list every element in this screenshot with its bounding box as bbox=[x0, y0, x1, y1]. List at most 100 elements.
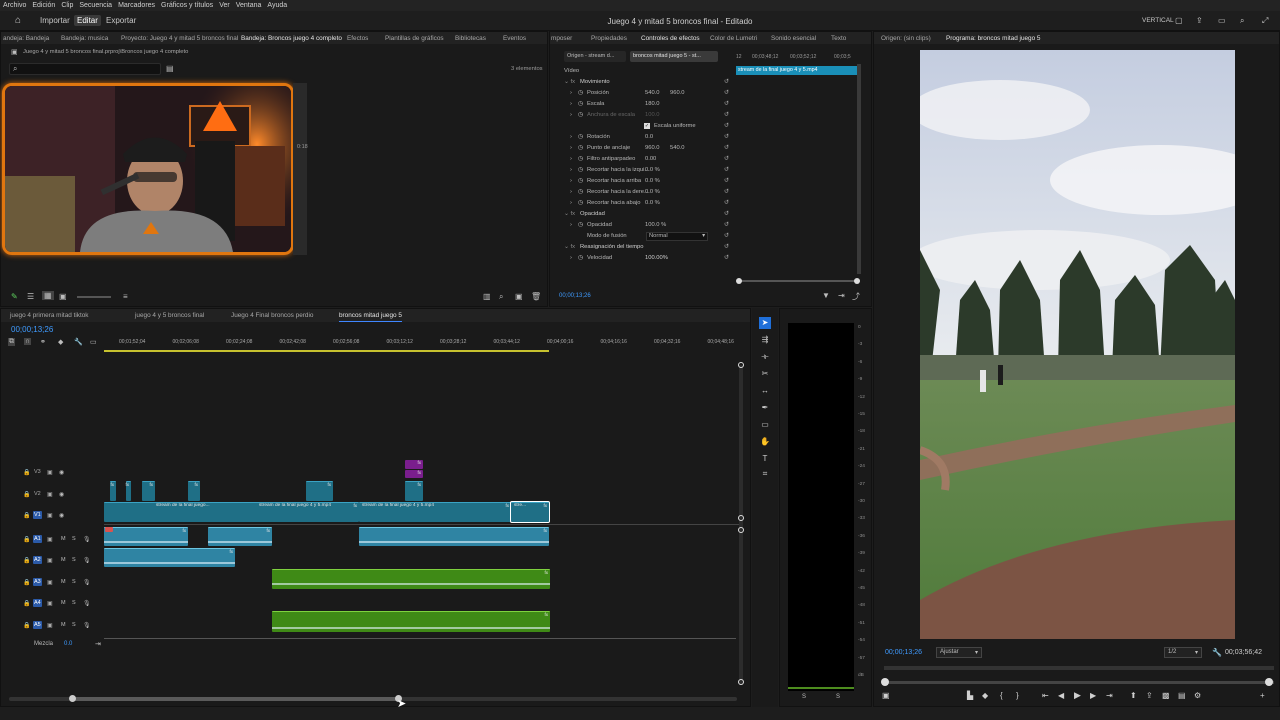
slip-icon[interactable]: ↔ bbox=[759, 385, 771, 397]
effect-value-1[interactable]: 0.0 % bbox=[645, 178, 660, 188]
pen-icon[interactable]: ✒ bbox=[759, 402, 771, 414]
stopwatch-icon[interactable]: ◷ bbox=[578, 112, 583, 122]
scrubber-end-handle[interactable] bbox=[1265, 678, 1273, 686]
program-mini-timeline[interactable] bbox=[884, 666, 1274, 670]
zoom-slider[interactable] bbox=[77, 296, 111, 298]
new-bin-icon[interactable]: ▤ bbox=[166, 64, 174, 73]
export-icon[interactable]: ⤴ bbox=[852, 291, 860, 302]
ripple-edit-icon[interactable]: ⟛ bbox=[759, 351, 771, 363]
expand-icon[interactable]: › bbox=[570, 255, 572, 265]
timeline-clip[interactable]: fx bbox=[125, 481, 131, 501]
effect-value-1[interactable]: 100.0 % bbox=[645, 222, 666, 232]
timeline-clip[interactable]: fx bbox=[110, 481, 116, 501]
trash-icon[interactable]: 🗑 bbox=[531, 292, 541, 301]
tab-lumetri[interactable]: Color de Lumetri bbox=[710, 35, 757, 42]
tab-texto[interactable]: Texto bbox=[831, 35, 846, 42]
h-scroll-thumb[interactable] bbox=[71, 697, 401, 701]
effect-value-1[interactable]: 0.0 % bbox=[645, 167, 660, 177]
timeline-clip[interactable]: fx bbox=[142, 481, 155, 501]
effect-value-1[interactable]: 540.0 bbox=[645, 90, 660, 100]
effect-value-1[interactable]: 0.0 bbox=[645, 134, 653, 144]
timeline-v-scrollbar[interactable] bbox=[739, 365, 743, 685]
meter-solo-right[interactable]: S bbox=[836, 694, 840, 700]
tab-edit[interactable]: Editar bbox=[74, 15, 101, 26]
stopwatch-icon[interactable]: ◷ bbox=[578, 145, 583, 155]
tab-propiedades[interactable]: Propiedades bbox=[591, 35, 627, 42]
type-icon[interactable]: T bbox=[759, 453, 771, 465]
reset-icon[interactable]: ↺ bbox=[724, 178, 729, 188]
expand-icon[interactable]: › bbox=[570, 90, 572, 100]
reset-icon[interactable]: ↺ bbox=[724, 244, 729, 254]
tab-proyecto[interactable]: Proyecto: Juego 4 y mitad 5 broncos fina… bbox=[121, 35, 238, 42]
tab-composer[interactable]: mposer bbox=[551, 35, 572, 42]
timeline-clip[interactable]: fx bbox=[405, 481, 423, 501]
effect-value-2[interactable]: 960.0 bbox=[670, 90, 685, 100]
reset-icon[interactable]: ↺ bbox=[724, 101, 729, 111]
timeline-clip[interactable]: fx bbox=[208, 527, 272, 546]
effects-zoom-slider[interactable] bbox=[738, 280, 860, 282]
menu-graficos[interactable]: Gráficos y títulos bbox=[161, 2, 213, 9]
reset-icon[interactable]: ↺ bbox=[724, 79, 729, 89]
stopwatch-icon[interactable]: ◷ bbox=[578, 200, 583, 210]
menu-marcadores[interactable]: Marcadores bbox=[118, 2, 155, 9]
quick-export-icon[interactable]: ▭ bbox=[1218, 16, 1226, 25]
reset-icon[interactable]: ↺ bbox=[724, 167, 729, 177]
freeform-view-icon[interactable]: ▣ bbox=[59, 292, 67, 301]
timeline-clip[interactable]: fx bbox=[405, 470, 423, 478]
workspace-label[interactable]: VERTICAL bbox=[1142, 17, 1174, 24]
effect-value-1[interactable]: 0.0 % bbox=[645, 200, 660, 210]
compare-icon[interactable]: ▤ bbox=[1178, 691, 1186, 700]
effect-value-1[interactable]: 180.0 bbox=[645, 101, 660, 111]
expand-icon[interactable]: › bbox=[570, 112, 572, 122]
stopwatch-icon[interactable]: ◷ bbox=[578, 90, 583, 100]
extract-icon[interactable]: ⇪ bbox=[1146, 691, 1153, 700]
a-scroll-handle-top[interactable] bbox=[738, 527, 744, 533]
mix-go-to-icon[interactable]: ⇥ bbox=[95, 640, 101, 648]
expand-icon[interactable]: › bbox=[570, 200, 572, 210]
fullscreen-icon[interactable]: ⤢ bbox=[1262, 16, 1268, 26]
timeline-clip[interactable]: fx bbox=[359, 527, 549, 546]
stopwatch-icon[interactable]: ◷ bbox=[578, 178, 583, 188]
effects-scrollbar[interactable] bbox=[857, 64, 861, 274]
panel-icon[interactable]: ▢ bbox=[1175, 16, 1183, 25]
filter-icon[interactable]: ▼ bbox=[822, 291, 830, 300]
stopwatch-icon[interactable]: ◷ bbox=[578, 156, 583, 166]
v-scroll-handle-mid[interactable] bbox=[738, 515, 744, 521]
reset-icon[interactable]: ↺ bbox=[724, 156, 729, 166]
reset-icon[interactable]: ↺ bbox=[724, 189, 729, 199]
tab-source[interactable]: Origen: (sin clips) bbox=[881, 35, 931, 42]
tab-broncos-bin[interactable]: Bandeja: Broncos juego 4 completo bbox=[241, 35, 342, 42]
expand-icon[interactable]: › bbox=[570, 222, 572, 232]
blend-mode-dropdown[interactable]: Normal ▾ bbox=[646, 232, 708, 241]
menu-ver[interactable]: Ver bbox=[219, 2, 230, 9]
reset-icon[interactable]: ↺ bbox=[724, 123, 729, 133]
add-marker-icon[interactable]: ◆ bbox=[982, 691, 988, 700]
next-thumbnail[interactable] bbox=[293, 83, 307, 255]
list-view-icon[interactable]: ☰ bbox=[27, 292, 34, 301]
reset-icon[interactable]: ↺ bbox=[724, 134, 729, 144]
menu-edicion[interactable]: Edición bbox=[32, 2, 55, 9]
menu-secuencia[interactable]: Secuencia bbox=[79, 2, 112, 9]
effect-value-2[interactable]: 540.0 bbox=[670, 145, 685, 155]
effect-value-1[interactable]: 0.00 bbox=[645, 156, 656, 166]
play-icon[interactable]: ▶ bbox=[1074, 690, 1081, 701]
effect-value-1[interactable]: 0.0 % bbox=[645, 189, 660, 199]
track-select-icon[interactable]: ⇶ bbox=[759, 334, 771, 346]
reset-icon[interactable]: ↺ bbox=[724, 211, 729, 221]
effect-value-1[interactable]: 960.0 bbox=[645, 145, 660, 155]
resolution-dropdown[interactable]: 1/2 ▾ bbox=[1164, 647, 1202, 658]
search-icon[interactable]: ⌕ bbox=[1240, 16, 1244, 26]
h-scroll-handle-left[interactable] bbox=[69, 695, 76, 702]
fit-dropdown[interactable]: Ajustar ▾ bbox=[936, 647, 982, 658]
expand-icon[interactable]: › bbox=[570, 145, 572, 155]
tab-efectos[interactable]: Efectos bbox=[347, 35, 368, 42]
reset-icon[interactable]: ↺ bbox=[724, 90, 729, 100]
timeline-clip[interactable]: fx bbox=[272, 569, 550, 589]
expand-icon[interactable]: › bbox=[570, 167, 572, 177]
safe-margins-icon[interactable]: ▣ bbox=[882, 691, 890, 700]
reset-icon[interactable]: ↺ bbox=[724, 233, 729, 243]
program-scrubber[interactable] bbox=[884, 681, 1274, 684]
zoom-handle-right[interactable] bbox=[854, 278, 860, 284]
v-scroll-handle-top[interactable] bbox=[738, 362, 744, 368]
tab-controles-efectos[interactable]: Controles de efectos bbox=[641, 35, 700, 42]
